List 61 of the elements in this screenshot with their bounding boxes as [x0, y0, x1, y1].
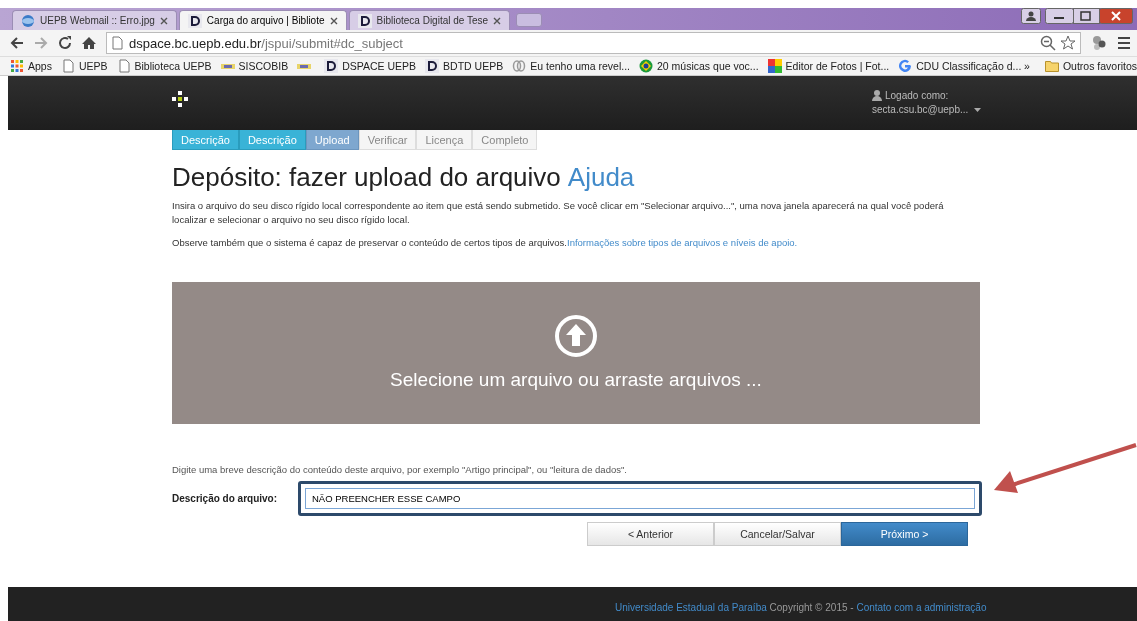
- profile-icon: [1021, 8, 1041, 24]
- field-label: Descrição do arquivo:: [172, 493, 279, 505]
- window-controls-icon: [1045, 8, 1133, 24]
- user-menu[interactable]: secta.csu.bc@uepb...: [872, 104, 982, 115]
- star-icon: [1060, 35, 1076, 51]
- menu-icon: [1117, 36, 1131, 50]
- color-wheel-icon: [767, 59, 782, 73]
- back-icon: [10, 36, 24, 50]
- site-logo-icon: [172, 91, 188, 107]
- apps-grid-icon: [10, 59, 24, 73]
- zoom-out-icon: [1040, 35, 1056, 51]
- close-icon: [159, 16, 168, 25]
- bookmark[interactable]: Editor de Fotos | Fot...: [767, 59, 890, 73]
- more-bookmarks-button[interactable]: »: [1024, 60, 1030, 72]
- forward-icon: [34, 36, 48, 50]
- bookmark[interactable]: Eu tenho uma revel...: [512, 59, 630, 73]
- bookmark[interactable]: BDTD UEPB: [425, 59, 504, 73]
- user-label: Logado como:: [885, 90, 949, 101]
- extension-icon: [1091, 35, 1107, 51]
- home-icon: [82, 36, 96, 50]
- user-icon: [872, 90, 882, 101]
- bookmark-folder[interactable]: Outros favoritos: [1044, 60, 1137, 72]
- rings-icon: [512, 59, 527, 73]
- bookmark[interactable]: 20 músicas que voc...: [639, 59, 759, 73]
- hint-text: Digite uma breve descrição do conteúdo deste arquivo, por exemplo "Artigo principal", ou "leitura de dados".: [172, 463, 628, 478]
- copyright-text: Copyright © 2015 -: [768, 602, 855, 613]
- bookmark[interactable]: Apps: [10, 59, 52, 73]
- nav-button[interactable]: Próximo >: [841, 522, 968, 547]
- flag-icon: [639, 59, 653, 73]
- bookmark[interactable]: Biblioteca UEPB: [116, 59, 212, 73]
- url-path: /jspui/submit#dc_subject: [261, 35, 403, 51]
- page-title: Depósito: fazer upload do arquivo: [172, 162, 561, 192]
- bookmark[interactable]: SISCOBIB: [220, 59, 289, 73]
- note-text: Observe também que o sistema é capaz de preservar o conteúdo de certos tipos de arquivos.: [172, 236, 567, 248]
- intro-text: Insira o arquivo do seu disco rígido local correspondente ao item que está sendo submetido. Se você clicar em "Selecionar arquivo...", uma nova janela aparecerá na qual você poderá localizar e selecionar o arquivo no seu disco rígido local.: [172, 199, 945, 227]
- page-icon: [111, 36, 123, 50]
- globe-icon: [21, 13, 35, 28]
- browser-tab[interactable]: Carga do arquivo | Bibliote: [178, 10, 347, 30]
- address-bar[interactable]: dspace.bc.uepb.edu.br/jspui/submit#dc_subject: [106, 32, 1081, 54]
- bookmark[interactable]: CDU Classificação d...: [898, 59, 1022, 73]
- browser-tab[interactable]: UEPB Webmail :: Erro.jpg: [12, 10, 177, 30]
- university-link[interactable]: Universidade Estadual da Paraíba: [615, 602, 767, 613]
- url-host: dspace.bc.uepb.edu.br: [129, 35, 262, 51]
- google-g-icon: [898, 59, 913, 73]
- letter-d-icon: [187, 13, 202, 28]
- bookmark[interactable]: UEPB: [60, 59, 108, 73]
- info-link[interactable]: Informações sobre tipos de arquivos e níveis de apoio.: [567, 236, 798, 248]
- close-icon: [329, 16, 338, 25]
- browser-tab[interactable]: Biblioteca Digital de Tese: [348, 10, 511, 30]
- letter-d-icon: [357, 13, 372, 28]
- close-icon: [493, 16, 502, 25]
- bookmark[interactable]: DSPACE UEPB: [324, 59, 417, 73]
- description-field[interactable]: NÃO PREENCHER ESSE CAMPO: [298, 481, 982, 517]
- nav-button[interactable]: < Anterior: [587, 522, 714, 547]
- help-link[interactable]: Ajuda: [567, 162, 635, 192]
- caret-icon: [974, 107, 982, 112]
- nav-button[interactable]: Cancelar/Salvar: [714, 522, 841, 547]
- folder-icon: [1044, 60, 1059, 72]
- contact-link[interactable]: Contato com a administração: [856, 602, 987, 613]
- upload-icon: [555, 315, 597, 358]
- reload-icon: [58, 36, 72, 50]
